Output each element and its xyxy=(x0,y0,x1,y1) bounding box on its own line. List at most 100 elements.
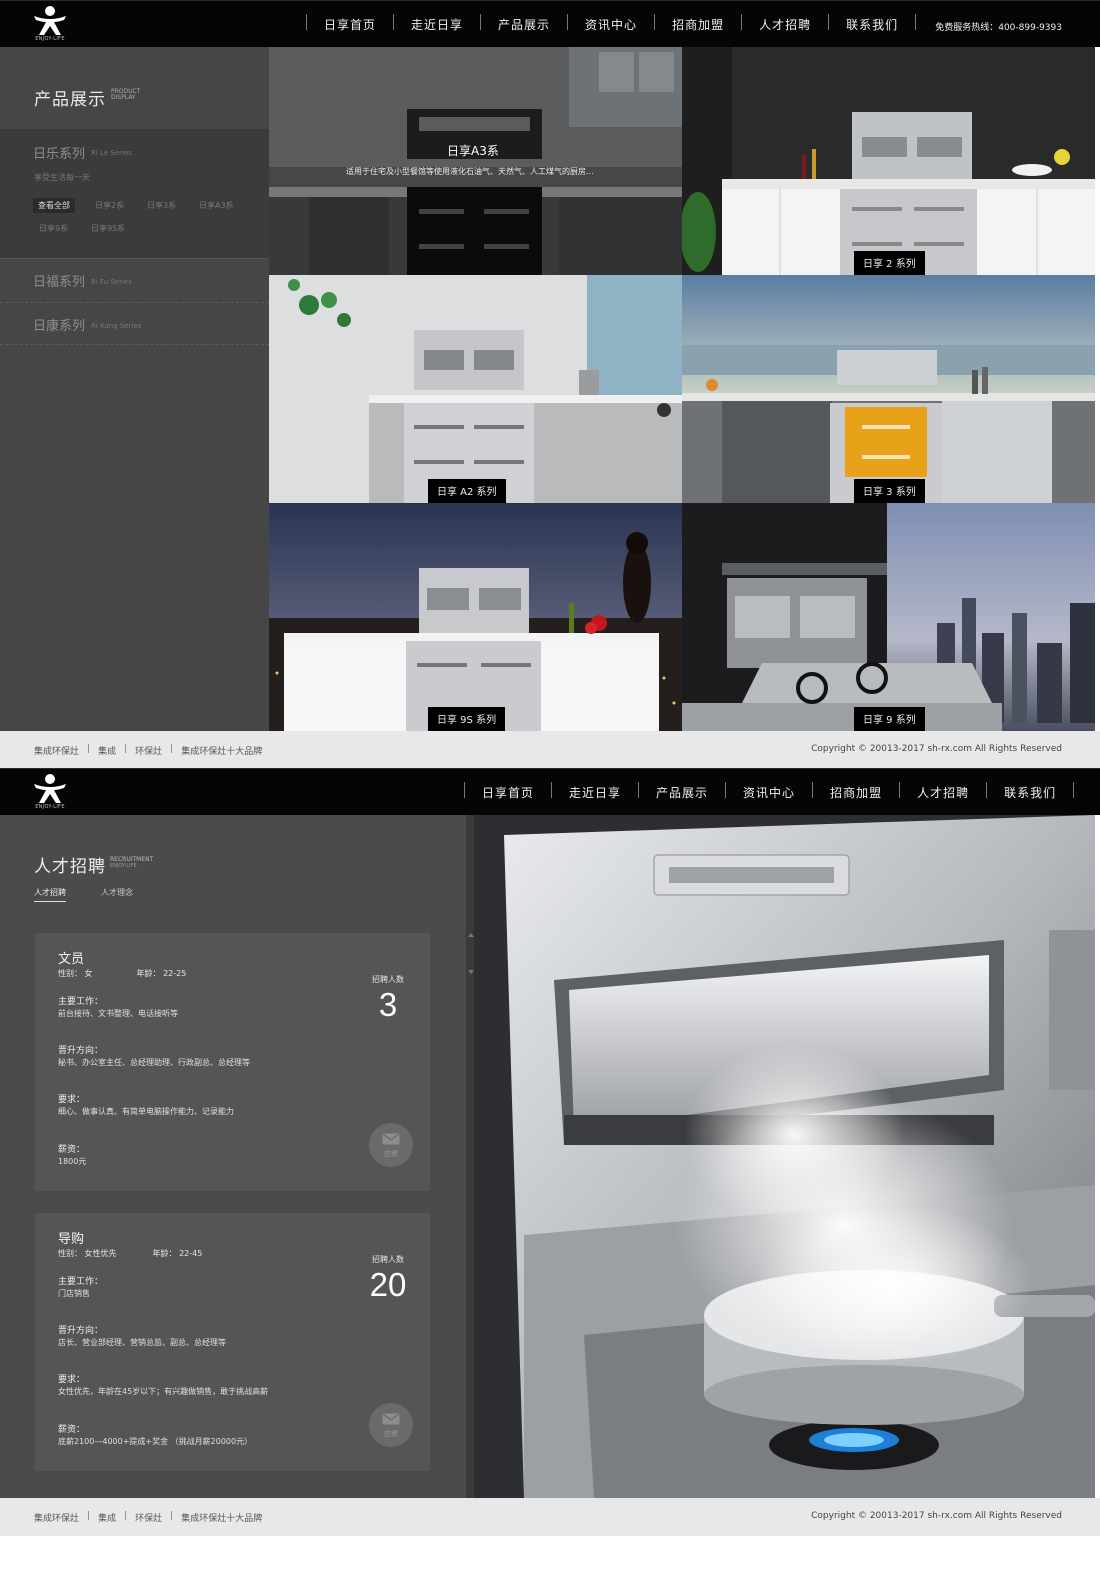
chip-a3[interactable]: 日享A3系 xyxy=(194,198,239,213)
footer-link[interactable]: 集成环保灶 xyxy=(34,1511,79,1524)
page-title-en: RECRUITMENT ENJOY-LIFE xyxy=(110,857,153,870)
scrollbar[interactable] xyxy=(466,815,474,1498)
series-en: Ri Le Series xyxy=(91,149,132,157)
footer-link[interactable]: 集成 xyxy=(98,744,116,757)
series-item-rifu[interactable]: 日福系列 Ri Fu Series xyxy=(0,259,269,303)
job-meta: 性别： 女 年龄： 22-25 xyxy=(58,968,186,979)
req-label: 要求： xyxy=(58,1375,86,1385)
series-item-rikang[interactable]: 日康系列 Ri Kang Series xyxy=(0,303,269,345)
brand-logo[interactable]: ENJOY-LIFE xyxy=(28,5,72,45)
nav-separator xyxy=(1073,782,1075,798)
job-age: 年龄： 22-25 xyxy=(136,969,187,978)
kitchen-photo-3 xyxy=(682,275,1095,503)
job-meta: 性别： 女性优先 年龄： 22-45 xyxy=(58,1248,202,1259)
job-card: 导购 性别： 女性优先 年龄： 22-45 主要工作： 门店销售 晋升方向： 店长… xyxy=(35,1213,430,1471)
nav-news[interactable]: 资讯中心 xyxy=(726,784,812,801)
footer-link[interactable]: 集成环保灶十大品牌 xyxy=(181,1511,262,1524)
nav-home[interactable]: 日享首页 xyxy=(465,784,551,801)
tile-label: 日享 9 系列 xyxy=(854,707,925,731)
series-name: 日康系列 xyxy=(33,319,86,334)
salary-label: 薪资： xyxy=(58,1425,86,1435)
tile-label: 日享 3 系列 xyxy=(854,479,925,503)
main-nav: 日享首页 走近日享 产品展示 资讯中心 招商加盟 人才招聘 联系我们 xyxy=(306,14,917,34)
nav-contact[interactable]: 联系我们 xyxy=(829,16,915,33)
product-sidebar: 产品展示 PRODUCT DISPLAY 日乐系列 Ri Le Series 享… xyxy=(0,47,269,731)
hire-count: 3 xyxy=(378,986,398,1023)
brand-logo[interactable]: ENJOY-LIFE xyxy=(28,773,72,813)
series-name: 日福系列 xyxy=(33,275,86,290)
product-tile-a2[interactable]: 日享 A2 系列 xyxy=(269,275,682,503)
nav-home[interactable]: 日享首页 xyxy=(307,16,393,33)
nav-contact[interactable]: 联系我们 xyxy=(987,784,1073,801)
kitchen-photo-2 xyxy=(682,47,1095,275)
nav-recruit[interactable]: 人才招聘 xyxy=(742,16,828,33)
hire-count-label: 招聘人数 xyxy=(372,1255,404,1264)
duty-label: 主要工作： xyxy=(58,1277,104,1287)
logo-person-icon xyxy=(34,6,66,35)
footer-link[interactable]: 集成环保灶十大品牌 xyxy=(181,744,262,757)
nav-about[interactable]: 走近日享 xyxy=(552,784,638,801)
job-age: 年龄： 22-45 xyxy=(152,1249,203,1258)
footer-links: 集成环保灶 | 集成 | 环保灶 | 集成环保灶十大品牌 xyxy=(34,1511,263,1524)
nav-news[interactable]: 资讯中心 xyxy=(568,16,654,33)
chip-2[interactable]: 日享2系 xyxy=(90,198,129,213)
main-nav: 日享首页 走近日享 产品展示 资讯中心 招商加盟 人才招聘 联系我们 xyxy=(464,782,1075,802)
series-item-rile[interactable]: 日乐系列 Ri Le Series 享受生活每一天 查看全部 日享2系 日享3系… xyxy=(0,129,269,259)
job-gender: 性别： 女性优先 xyxy=(58,1249,117,1258)
tab-recruitment[interactable]: 人才招聘 xyxy=(34,887,66,902)
product-tile-3[interactable]: 日享 3 系列 xyxy=(682,275,1095,503)
tile-label: 日享 2 系列 xyxy=(854,251,925,275)
footer-link[interactable]: 环保灶 xyxy=(135,1511,162,1524)
job-title: 导购 xyxy=(58,1232,85,1247)
header-bar: ENJOY-LIFE 日享首页 走近日享 产品展示 资讯中心 招商加盟 人才招聘… xyxy=(0,768,1100,815)
envelope-icon xyxy=(382,1413,400,1425)
product-tile-9s[interactable]: 日享 9S 系列 xyxy=(269,503,682,731)
apply-button[interactable]: 应聘 xyxy=(369,1123,413,1167)
footer-links: 集成环保灶 | 集成 | 环保灶 | 集成环保灶十大品牌 xyxy=(34,744,263,757)
featured-title: 日享A3系 xyxy=(447,144,499,158)
nav-products[interactable]: 产品展示 xyxy=(639,784,725,801)
copyright: Copyright © 20013-2017 sh-rx.com All Rig… xyxy=(811,744,1062,754)
promo-value: 店长、营业部经理、营销总监、副总、总经理等 xyxy=(58,1338,226,1347)
logo-text: ENJOY-LIFE xyxy=(35,804,65,810)
req-value: 女性优先，年龄在45岁以下；有兴趣做销售，敢于挑战高薪 xyxy=(58,1387,269,1396)
chip-3[interactable]: 日享3系 xyxy=(142,198,181,213)
nav-franchise[interactable]: 招商加盟 xyxy=(655,16,741,33)
product-tile-2[interactable]: 日享 2 系列 xyxy=(682,47,1095,275)
nav-franchise[interactable]: 招商加盟 xyxy=(813,784,899,801)
duty-value: 前台接待、文书整理、电话接听等 xyxy=(58,1009,178,1018)
title-en-line: DISPLAY xyxy=(111,94,136,101)
page-footer: 集成环保灶 | 集成 | 环保灶 | 集成环保灶十大品牌 Copyright © 20… xyxy=(0,1498,1100,1536)
apply-button[interactable]: 应聘 xyxy=(369,1403,413,1447)
series-desc: 享受生活每一天 xyxy=(34,173,90,182)
promo-label: 晋升方向： xyxy=(58,1326,104,1336)
tab-philosophy[interactable]: 人才理念 xyxy=(101,887,133,901)
chip-9[interactable]: 日享9系 xyxy=(34,221,73,236)
featured-desc: 适用于住宅及小型餐馆等使用液化石油气、天然气、人工煤气的厨房... xyxy=(346,167,594,176)
footer-link[interactable]: 集成 xyxy=(98,1511,116,1524)
chip-view-all[interactable]: 查看全部 xyxy=(33,198,75,213)
page-title: 产品展示 xyxy=(34,90,106,110)
job-card: 文员 性别： 女年龄： 22-25 主要工作： 前台接待、文书整理、电话接听等 … xyxy=(35,933,430,1191)
salary-label: 薪资： xyxy=(58,1145,86,1155)
hero-stove-image xyxy=(474,815,1095,1498)
chip-9s[interactable]: 日享9S系 xyxy=(86,221,130,236)
tile-label: 日享 A2 系列 xyxy=(428,479,506,503)
footer-link[interactable]: 集成环保灶 xyxy=(34,744,79,757)
nav-products[interactable]: 产品展示 xyxy=(481,16,567,33)
hire-count-label: 招聘人数 xyxy=(372,975,404,984)
duty-label: 主要工作： xyxy=(58,997,104,1007)
apply-label: 应聘 xyxy=(384,1150,398,1158)
kitchen-photo-9 xyxy=(682,503,1095,731)
product-tile-a3[interactable]: 日享A3系 适用于住宅及小型餐馆等使用液化石油气、天然气、人工煤气的厨房... xyxy=(269,47,682,275)
kitchen-photo-9s xyxy=(269,503,682,731)
nav-recruit[interactable]: 人才招聘 xyxy=(900,784,986,801)
envelope-icon xyxy=(382,1133,400,1145)
job-gender: 性别： 女 xyxy=(58,969,93,978)
footer-link[interactable]: 环保灶 xyxy=(135,744,162,757)
req-label: 要求： xyxy=(58,1095,86,1105)
job-title: 文员 xyxy=(58,952,85,967)
nav-about[interactable]: 走近日享 xyxy=(394,16,480,33)
service-hotline: 免费服务热线：400-899-9393 xyxy=(935,23,1062,33)
product-tile-9[interactable]: 日享 9 系列 xyxy=(682,503,1095,731)
